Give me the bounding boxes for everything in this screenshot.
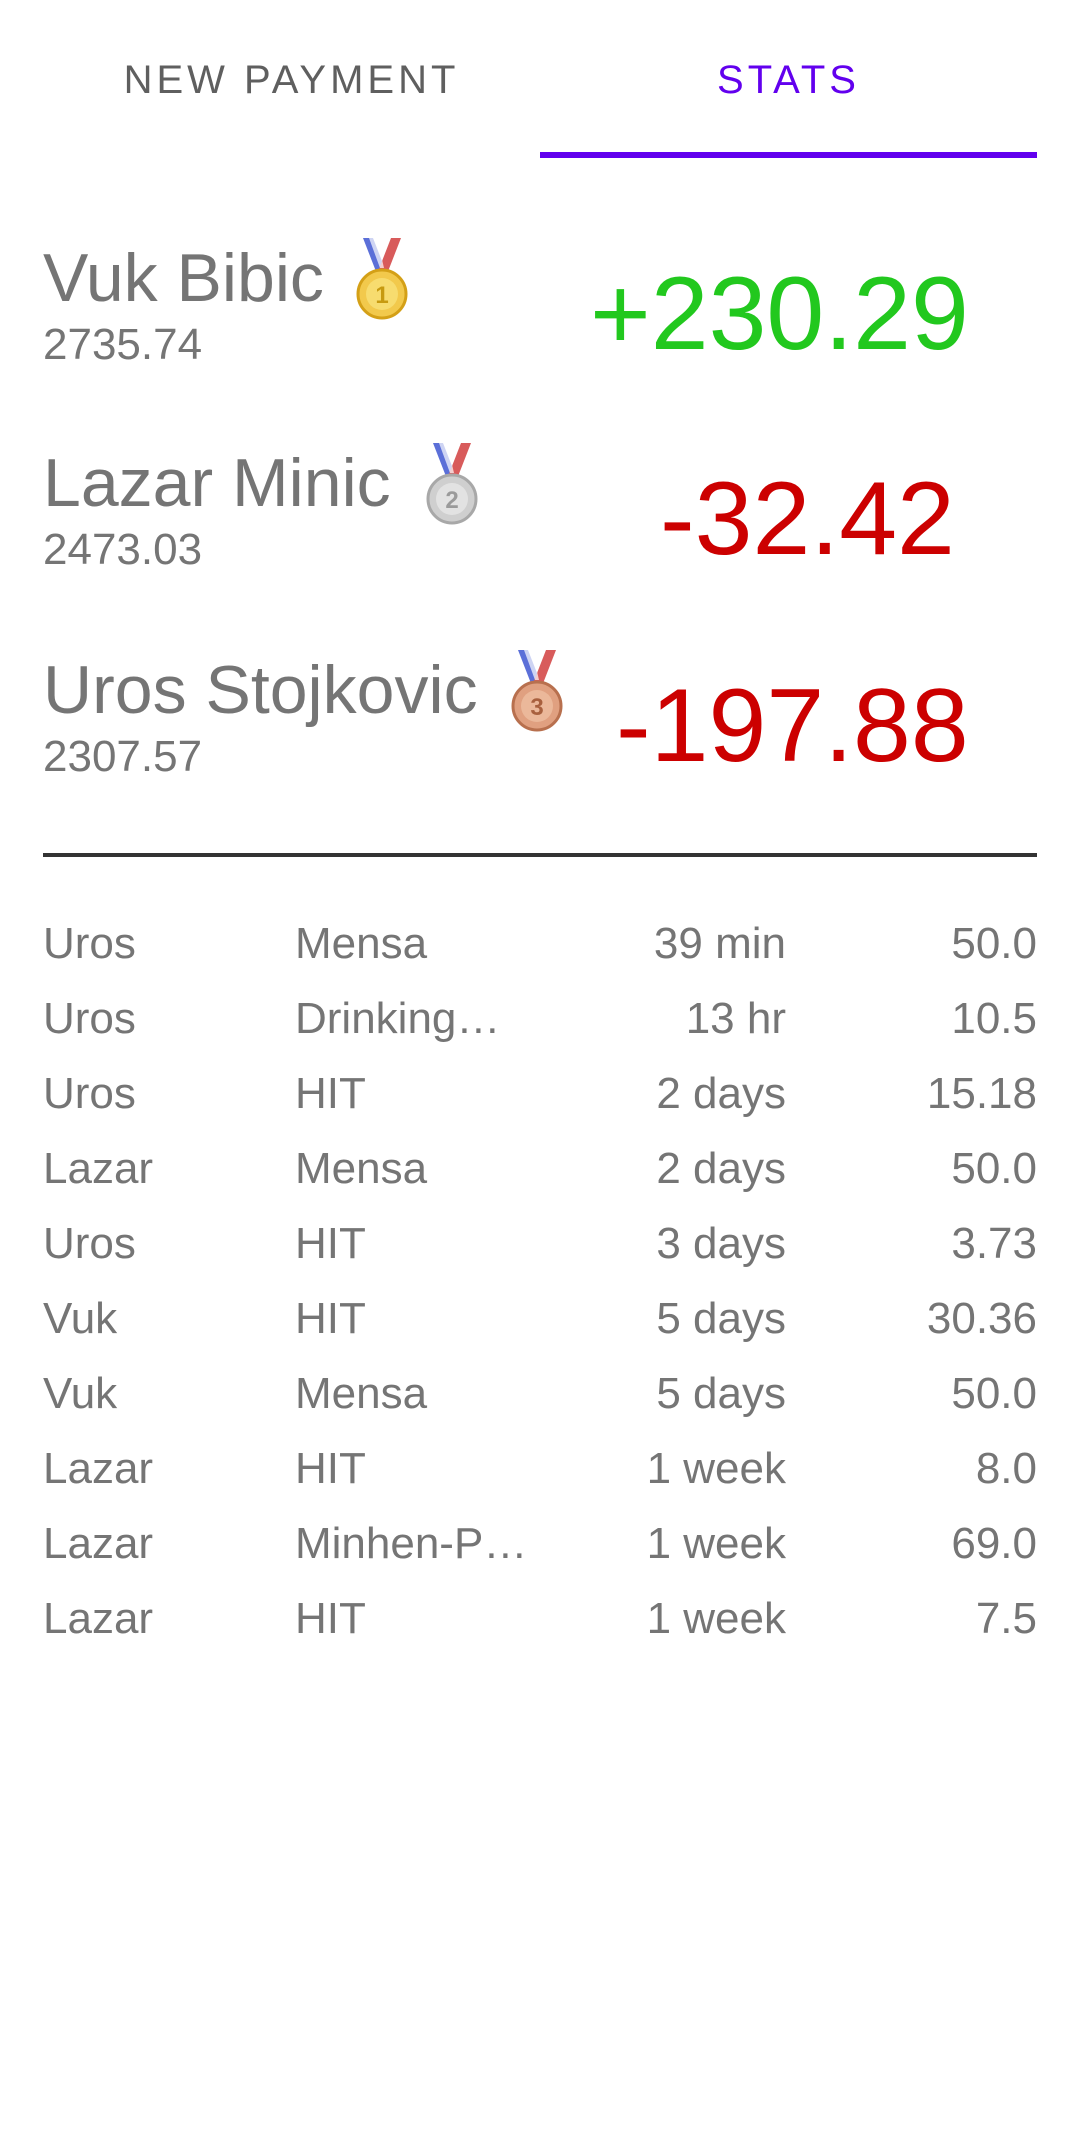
section-divider	[43, 853, 1037, 857]
payment-payer: Vuk	[43, 1369, 118, 1418]
player-delta: -197.88	[616, 668, 969, 784]
svg-text:1: 1	[375, 282, 388, 309]
svg-text:2: 2	[445, 487, 458, 514]
payment-row[interactable]: Uros Mensa 39 min 50.0	[43, 912, 1037, 987]
tab-selected-indicator	[540, 152, 1037, 158]
gold-medal-icon: 1	[353, 238, 411, 320]
payment-description: Mensa	[295, 1144, 428, 1193]
payment-time: 2 days	[656, 1144, 786, 1193]
payment-amount: 7.5	[975, 1594, 1037, 1643]
payment-description: HIT	[295, 1069, 366, 1118]
payment-description: HIT	[295, 1294, 366, 1343]
payment-amount: 8.0	[975, 1444, 1037, 1493]
payment-time: 5 days	[656, 1294, 786, 1343]
payment-row[interactable]: Lazar Mensa 2 days 50.0	[43, 1137, 1037, 1212]
payment-time: 3 days	[656, 1219, 786, 1268]
silver-medal-icon: 2	[423, 443, 481, 525]
bronze-medal-icon: 3	[508, 650, 566, 732]
player-total: 2735.74	[43, 320, 203, 369]
payment-payer: Uros	[43, 919, 136, 968]
player-name: Vuk Bibic	[43, 240, 324, 316]
payment-row[interactable]: Lazar HIT 1 week 8.0	[43, 1437, 1037, 1512]
payment-row[interactable]: Vuk HIT 5 days 30.36	[43, 1287, 1037, 1362]
payment-time: 13 hr	[685, 994, 786, 1043]
player-total: 2473.03	[43, 525, 203, 574]
payment-time: 5 days	[656, 1369, 786, 1418]
payment-row[interactable]: Uros HIT 2 days 15.18	[43, 1062, 1037, 1137]
payment-amount: 3.73	[951, 1219, 1037, 1268]
payment-payer: Lazar	[43, 1444, 154, 1493]
payment-payer: Lazar	[43, 1519, 154, 1568]
payment-amount: 10.5	[951, 994, 1037, 1043]
payment-description: Minhen-Pr…	[295, 1519, 535, 1568]
payment-payer: Lazar	[43, 1594, 154, 1643]
svg-text:3: 3	[530, 694, 543, 721]
payment-payer: Vuk	[43, 1294, 118, 1343]
tab-bar: NEW PAYMENT STATS	[0, 0, 1080, 160]
payment-payer: Lazar	[43, 1144, 154, 1193]
payment-row[interactable]: Lazar Minhen-Pr… 1 week 69.0	[43, 1512, 1037, 1587]
payment-description: Drinking…	[295, 994, 501, 1043]
payment-time: 39 min	[653, 919, 786, 968]
payment-amount: 50.0	[951, 1369, 1037, 1418]
leaderboard-entry-2: Lazar Minic 2 2473.03 -32.42	[43, 443, 1037, 593]
payment-amount: 30.36	[926, 1294, 1037, 1343]
payment-time: 1 week	[646, 1594, 786, 1643]
payment-amount: 69.0	[951, 1519, 1037, 1568]
payment-description: Mensa	[295, 1369, 428, 1418]
player-total: 2307.57	[43, 732, 203, 781]
payment-time: 2 days	[656, 1069, 786, 1118]
payment-row[interactable]: Lazar HIT 1 week 7.5	[43, 1587, 1037, 1662]
payment-payer: Uros	[43, 994, 136, 1043]
payment-row[interactable]: Vuk Mensa 5 days 50.0	[43, 1362, 1037, 1437]
payment-amount: 15.18	[926, 1069, 1037, 1118]
payment-description: HIT	[295, 1444, 366, 1493]
payment-row[interactable]: Uros Drinking… 13 hr 10.5	[43, 987, 1037, 1062]
payment-payer: Uros	[43, 1069, 136, 1118]
payments-list: Uros Mensa 39 min 50.0 Uros Drinking… 13…	[43, 912, 1037, 1662]
payment-amount: 50.0	[951, 1144, 1037, 1193]
payment-payer: Uros	[43, 1219, 136, 1268]
leaderboard-entry-3: Uros Stojkovic 3 2307.57 -197.88	[43, 650, 1037, 800]
payment-description: HIT	[295, 1219, 366, 1268]
player-name: Uros Stojkovic	[43, 652, 478, 728]
payment-description: HIT	[295, 1594, 366, 1643]
payment-time: 1 week	[646, 1519, 786, 1568]
tab-stats[interactable]: STATS	[540, 0, 1037, 160]
player-name: Lazar Minic	[43, 445, 391, 521]
payment-row[interactable]: Uros HIT 3 days 3.73	[43, 1212, 1037, 1287]
player-delta: +230.29	[590, 256, 969, 372]
payment-time: 1 week	[646, 1444, 786, 1493]
tab-new-payment[interactable]: NEW PAYMENT	[43, 0, 540, 160]
payment-amount: 50.0	[951, 919, 1037, 968]
payment-description: Mensa	[295, 919, 428, 968]
leaderboard-entry-1: Vuk Bibic 1 2735.74 +230.29	[43, 238, 1037, 388]
player-delta: -32.42	[660, 461, 955, 577]
